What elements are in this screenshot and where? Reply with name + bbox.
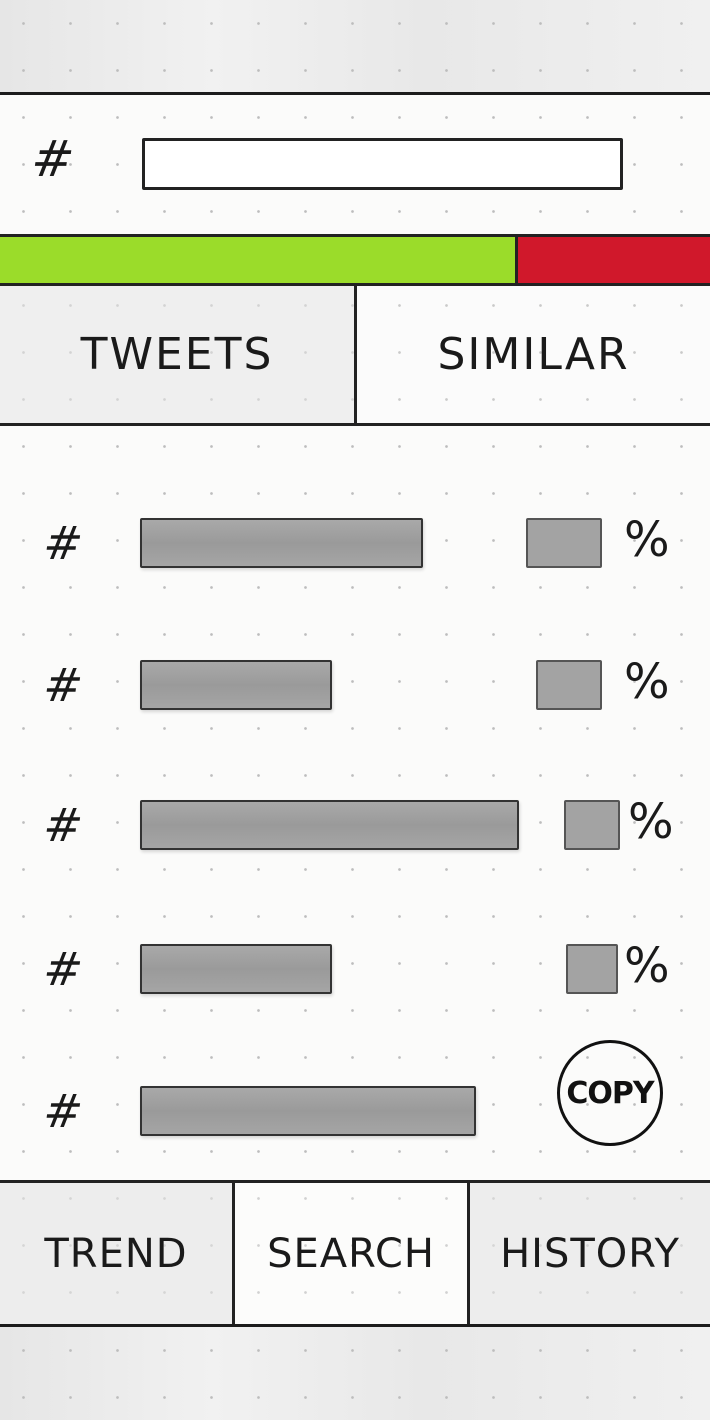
hashtag-search-input[interactable] xyxy=(142,138,623,190)
hashtag-icon: # xyxy=(40,516,87,570)
nav-trend[interactable]: TREND xyxy=(0,1183,235,1324)
list-item[interactable]: # % xyxy=(0,508,710,580)
bottom-home-strip xyxy=(0,1324,710,1420)
view-tabs: TWEETS SIMILAR xyxy=(0,286,710,426)
tab-similar[interactable]: SIMILAR xyxy=(357,286,710,423)
percent-value-box xyxy=(536,660,602,710)
bottom-navigation: TREND SEARCH HISTORY xyxy=(0,1180,710,1324)
hashtag-icon: # xyxy=(40,942,87,996)
list-item[interactable]: # % xyxy=(0,790,710,862)
hashtag-icon: # xyxy=(27,130,78,188)
percent-value-box xyxy=(526,518,602,568)
hashtag-icon: # xyxy=(40,1084,87,1138)
list-item[interactable]: # % xyxy=(0,650,710,722)
frequency-bar xyxy=(140,1086,476,1136)
frequency-bar xyxy=(140,660,332,710)
app-screen: # TWEETS SIMILAR # % # % # % # % # COPY … xyxy=(0,0,710,1420)
frequency-bar xyxy=(140,800,519,850)
sentiment-negative-segment xyxy=(518,237,710,283)
sentiment-positive-segment xyxy=(0,237,519,283)
percent-value-box xyxy=(564,800,620,850)
search-row: # xyxy=(0,98,710,234)
nav-search[interactable]: SEARCH xyxy=(235,1183,470,1324)
frequency-bar xyxy=(140,944,332,994)
list-item[interactable]: # % xyxy=(0,934,710,1006)
percent-sign: % xyxy=(624,512,670,568)
tab-tweets[interactable]: TWEETS xyxy=(0,286,357,423)
hashtag-icon: # xyxy=(40,658,87,712)
top-status-strip xyxy=(0,0,710,95)
percent-value-box xyxy=(566,944,618,994)
percent-sign: % xyxy=(624,938,670,994)
percent-sign: % xyxy=(628,794,674,850)
copy-button[interactable]: COPY xyxy=(557,1040,663,1146)
hashtag-icon: # xyxy=(40,798,87,852)
percent-sign: % xyxy=(624,654,670,710)
frequency-bar xyxy=(140,518,423,568)
nav-history[interactable]: HISTORY xyxy=(470,1183,710,1324)
sentiment-bar xyxy=(0,234,710,286)
